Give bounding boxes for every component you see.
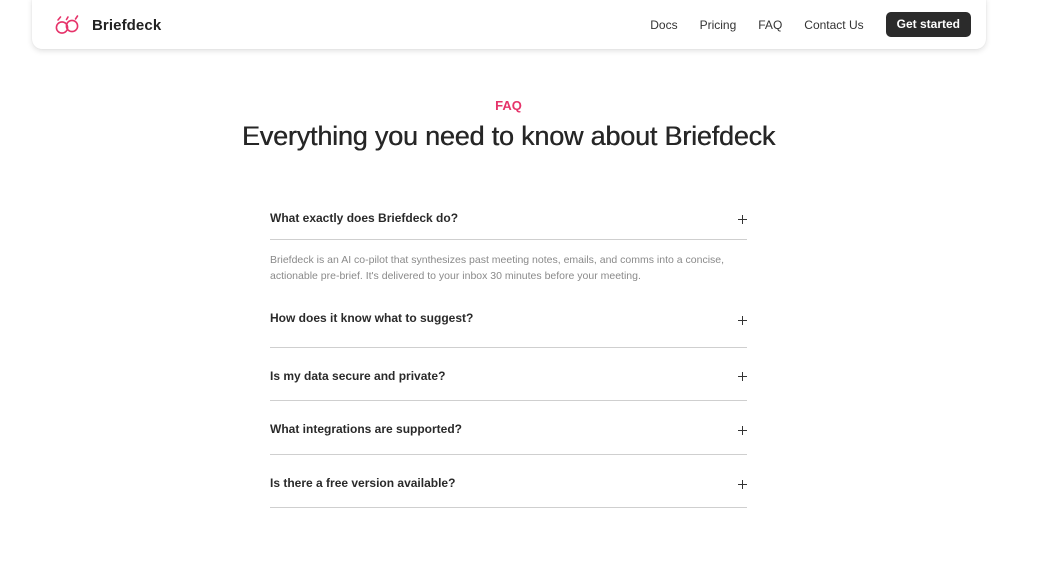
plus-icon[interactable] — [738, 426, 747, 435]
faq-question: What integrations are supported? — [270, 422, 463, 436]
faq-question-toggle[interactable]: What integrations are supported? — [270, 401, 747, 454]
plus-icon[interactable] — [738, 480, 747, 489]
brand-logo-icon — [55, 15, 79, 34]
faq-question-toggle[interactable]: Is my data secure and private? — [270, 348, 747, 400]
plus-icon[interactable] — [738, 215, 747, 224]
nav-links: Docs Pricing FAQ Contact Us Get started — [650, 12, 971, 37]
faq-item: What integrations are supported? — [270, 401, 747, 455]
nav-link-docs[interactable]: Docs — [650, 18, 677, 32]
faq-question-toggle[interactable]: How does it know what to suggest? — [270, 292, 747, 347]
nav-link-pricing[interactable]: Pricing — [700, 18, 737, 32]
faq-list: What exactly does Briefdeck do? Briefdec… — [270, 201, 747, 508]
faq-question-toggle[interactable]: Is there a free version available? — [270, 455, 747, 507]
get-started-button[interactable]: Get started — [885, 12, 971, 37]
brand-name: Briefdeck — [92, 16, 162, 34]
navbar: Briefdeck Docs Pricing FAQ Contact Us Ge… — [32, 0, 986, 49]
page-title: Everything you need to know about Briefd… — [241, 121, 776, 151]
brand[interactable]: Briefdeck — [53, 13, 161, 37]
faq-question: Is my data secure and private? — [270, 369, 446, 383]
plus-icon[interactable] — [738, 372, 747, 381]
nav-link-contact-us[interactable]: Contact Us — [804, 18, 863, 32]
faq-item: Is there a free version available? — [270, 455, 747, 508]
plus-icon[interactable] — [738, 316, 747, 325]
faq-question: What exactly does Briefdeck do? — [270, 211, 459, 225]
faq-item: Is my data secure and private? — [270, 348, 747, 401]
faq-eyebrow: FAQ — [495, 98, 522, 113]
faq-question: Is there a free version available? — [270, 476, 456, 490]
faq-question-toggle[interactable]: What exactly does Briefdeck do? — [270, 201, 747, 239]
faq-answer: Briefdeck is an AI co-pilot that synthes… — [270, 254, 725, 282]
page: Briefdeck Docs Pricing FAQ Contact Us Ge… — [0, 0, 1043, 566]
nav-link-faq[interactable]: FAQ — [758, 18, 782, 32]
faq-question: How does it know what to suggest? — [270, 311, 474, 325]
faq-item: How does it know what to suggest? — [270, 292, 747, 348]
faq-item: What exactly does Briefdeck do? — [270, 201, 747, 240]
